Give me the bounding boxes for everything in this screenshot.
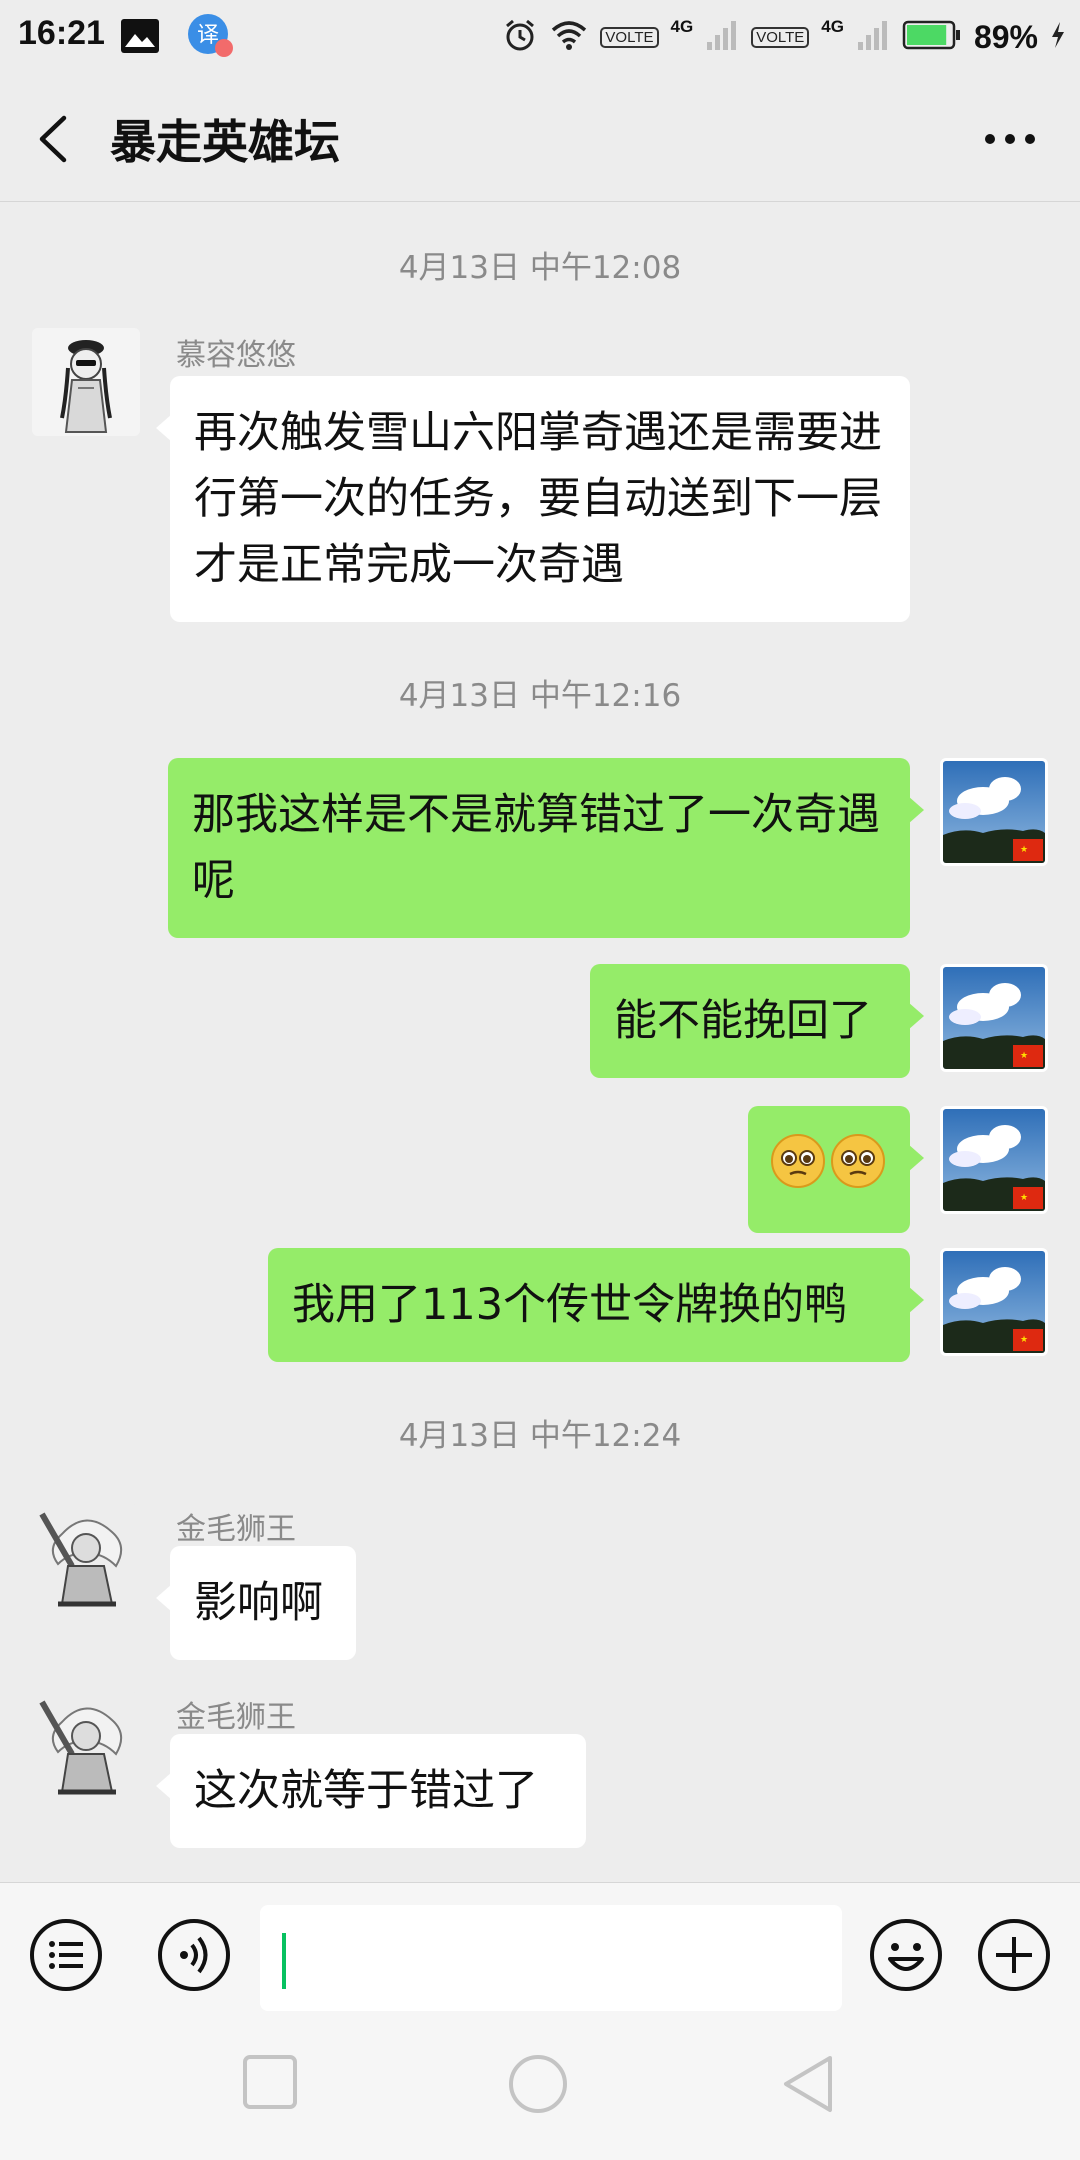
volte-badge: VOLTE [600,26,659,48]
chat-header: 暴走英雄坛 [0,76,1080,202]
timestamp: 4月13日 中午12:16 [398,678,682,714]
message-bubble-outgoing[interactable]: 能不能挽回了 [590,964,924,1078]
signal-icon [705,18,739,56]
wifi-icon [550,19,588,55]
message-bubble-outgoing[interactable] [748,1106,924,1233]
back-triangle-icon[interactable] [780,2054,836,2118]
avatar[interactable] [32,328,140,436]
sender-name: 慕容悠悠 [176,338,296,373]
message-bubble-incoming[interactable]: 影响啊 [156,1546,356,1660]
avatar[interactable] [32,1692,140,1800]
status-time: 16:21 [18,14,105,52]
avatar[interactable]: ★ [940,964,1048,1072]
menu-list-icon[interactable] [28,1917,104,1993]
pleading-face-icon [771,1134,885,1188]
avatar[interactable]: ★ [940,1248,1048,1356]
status-bar: 16:21 译 VOLTE 4G VOLTE 4G 89% [0,0,1080,76]
chat-title: 暴走英雄坛 [110,115,340,169]
add-icon[interactable] [976,1917,1052,1993]
avatar[interactable] [32,1504,140,1612]
avatar[interactable]: ★ [940,758,1048,866]
battery-icon [902,19,962,55]
message-input[interactable] [260,1905,842,2011]
text-caret [282,1933,286,1989]
timestamp: 4月13日 中午12:08 [398,250,682,286]
message-bubble-incoming[interactable]: 这次就等于错过了 [156,1734,586,1848]
svg-text:★: ★ [1020,1335,1028,1345]
message-bubble-outgoing[interactable]: 那我这样是不是就算错过了一次奇遇呢 [168,758,924,938]
message-bubble-incoming[interactable]: 再次触发雪山六阳掌奇遇还是需要进行第一次的任务，要自动送到下一层才是正常完成一次… [156,376,910,622]
timestamp: 4月13日 中午12:24 [398,1418,682,1454]
system-navigation-bar [0,2020,1080,2160]
battery-percent: 89% [973,18,1038,55]
sender-name: 金毛狮王 [176,1700,296,1735]
message-list[interactable]: 4月13日 中午12:08 慕容悠悠 再次触发雪山六阳掌奇遇还是需要进行第一次的… [0,202,1080,1882]
signal-icon [856,18,890,56]
input-bar [0,1882,1080,2020]
emoji-icon[interactable] [868,1917,944,1993]
volte-badge: VOLTE [751,26,810,48]
home-icon[interactable] [508,2054,568,2118]
svg-text:★: ★ [1020,1193,1028,1203]
translate-icon: 译 [186,12,236,66]
sender-name: 金毛狮王 [176,1512,296,1547]
chevron-left-icon[interactable] [30,112,80,166]
avatar[interactable]: ★ [940,1106,1048,1214]
gallery-icon [120,16,160,60]
charging-icon [1050,21,1066,53]
more-icon[interactable] [980,124,1040,154]
voice-icon[interactable] [156,1917,232,1993]
recent-apps-icon[interactable] [242,2054,298,2114]
svg-text:★: ★ [1020,1051,1028,1061]
message-bubble-outgoing[interactable]: 我用了113个传世令牌换的鸭 [268,1248,924,1362]
network-type-label: 4G [821,17,844,36]
alarm-icon [502,17,538,57]
svg-text:★: ★ [1020,845,1028,855]
svg-text:译: 译 [197,23,219,48]
network-type-label: 4G [670,17,694,36]
